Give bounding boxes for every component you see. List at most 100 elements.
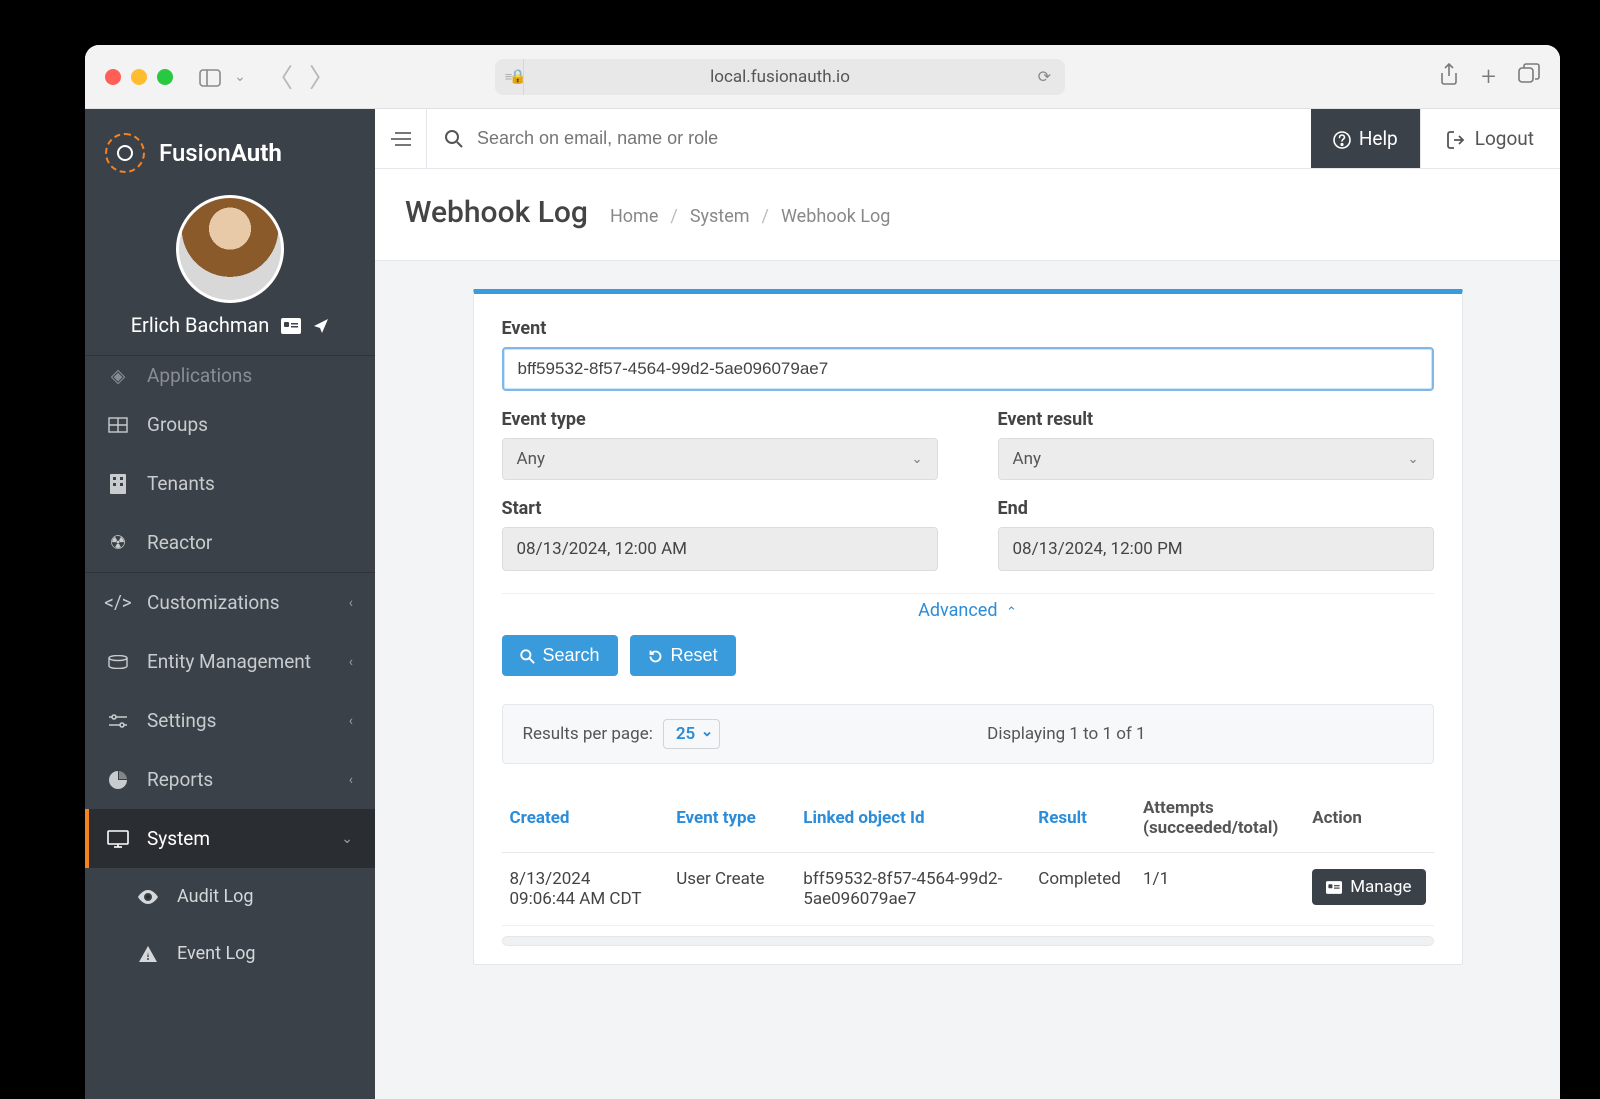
filter-card: Event Event type Any ⌄ Event result [473, 289, 1463, 965]
sidebar-item-label: Customizations [147, 591, 280, 614]
window-controls [105, 69, 173, 85]
brand-name: FusionAuth [159, 139, 282, 167]
search-input[interactable] [477, 128, 1293, 149]
manage-button[interactable]: Manage [1312, 869, 1425, 905]
per-page-select[interactable]: 25 [663, 719, 720, 749]
end-datetime-input[interactable]: 08/13/2024, 12:00 PM [998, 527, 1434, 571]
location-icon[interactable] [313, 315, 329, 336]
topbar: Help Logout [375, 109, 1560, 169]
cell-created: 8/13/2024 09:06:44 AM CDT [502, 853, 669, 926]
applications-icon: ◈ [107, 364, 129, 387]
end-label: End [998, 498, 1434, 519]
sidebar-item-entity-management[interactable]: Entity Management ‹ [85, 632, 375, 691]
share-icon[interactable] [1439, 62, 1459, 92]
sidebar: FusionAuth Erlich Bachman ◈ Applications [85, 109, 375, 1099]
forward-icon[interactable]: 〉 [309, 58, 335, 95]
chevron-down-icon: ⌄ [341, 831, 353, 847]
sidebar-toggle-icon[interactable] [197, 65, 223, 89]
reports-icon [107, 771, 129, 789]
id-card-icon[interactable] [281, 315, 301, 336]
search-icon [445, 129, 463, 149]
sidebar-item-label: Event Log [177, 943, 256, 964]
cell-event-type: User Create [668, 853, 795, 926]
start-datetime-input[interactable]: 08/13/2024, 12:00 AM [502, 527, 938, 571]
page-header: Webhook Log Home / System / Webhook Log [375, 169, 1560, 261]
sidebar-item-event-log[interactable]: Event Log [85, 925, 375, 982]
results-bar: Results per page: 25 Displaying 1 to 1 o… [502, 704, 1434, 764]
close-window-icon[interactable] [105, 69, 121, 85]
cell-result: Completed [1030, 853, 1135, 926]
sidebar-item-label: Reports [147, 768, 213, 791]
breadcrumb-item[interactable]: System [690, 206, 750, 227]
event-result-label: Event result [998, 409, 1434, 430]
event-type-select[interactable]: Any ⌄ [502, 438, 938, 480]
reset-icon [648, 645, 663, 666]
collapse-sidebar-icon[interactable] [375, 109, 427, 168]
chevron-left-icon: ‹ [349, 713, 353, 729]
sidebar-item-applications[interactable]: ◈ Applications [85, 356, 375, 395]
sidebar-item-system[interactable]: System ⌄ [85, 809, 375, 868]
advanced-toggle[interactable]: Advanced ⌃ [502, 593, 1434, 635]
horizontal-scrollbar[interactable] [502, 936, 1434, 946]
reset-button[interactable]: Reset [630, 635, 736, 676]
chevron-left-icon: ‹ [349, 595, 353, 611]
chevron-down-icon: ⌄ [1408, 452, 1419, 467]
breadcrumb-item[interactable]: Home [610, 206, 658, 227]
chevron-down-icon[interactable]: ⌄ [227, 69, 253, 85]
col-result[interactable]: Result [1030, 786, 1135, 853]
url-text: local.fusionauth.io [710, 67, 850, 87]
help-icon [1333, 127, 1351, 150]
event-type-label: Event type [502, 409, 938, 430]
tenants-icon [107, 474, 129, 494]
logout-icon [1447, 127, 1465, 150]
logout-button[interactable]: Logout [1420, 109, 1560, 168]
search-icon [520, 645, 535, 666]
sidebar-item-customizations[interactable]: </> Customizations ‹ [85, 572, 375, 632]
sidebar-item-audit-log[interactable]: Audit Log [85, 868, 375, 925]
chevron-down-icon: ⌄ [912, 452, 923, 467]
back-icon[interactable]: 〈 [267, 58, 293, 95]
start-label: Start [502, 498, 938, 519]
breadcrumb: Home / System / Webhook Log [610, 206, 890, 227]
chevron-left-icon: ‹ [349, 654, 353, 670]
maximize-window-icon[interactable] [157, 69, 173, 85]
search-button[interactable]: Search [502, 635, 618, 676]
address-bar[interactable]: ≡ 🔒 local.fusionauth.io ⟳ [495, 59, 1065, 95]
groups-icon [107, 417, 129, 433]
minimize-window-icon[interactable] [131, 69, 147, 85]
brand-logo[interactable]: FusionAuth [85, 109, 375, 187]
main-content: Help Logout Webhook Log Home / System / … [375, 109, 1560, 1099]
cell-attempts: 1/1 [1135, 853, 1304, 926]
settings-icon [107, 714, 129, 728]
lock-icon: 🔒 [509, 69, 526, 85]
col-event-type[interactable]: Event type [668, 786, 795, 853]
id-card-icon [1326, 877, 1342, 897]
sidebar-item-label: Entity Management [147, 650, 311, 673]
sidebar-item-reports[interactable]: Reports ‹ [85, 750, 375, 809]
event-result-select[interactable]: Any ⌄ [998, 438, 1434, 480]
sidebar-item-reactor[interactable]: ☢ Reactor [85, 513, 375, 572]
sidebar-item-label: Tenants [147, 472, 215, 495]
sidebar-item-label: Applications [147, 364, 252, 387]
reactor-icon: ☢ [107, 531, 129, 554]
chevron-up-icon: ⌃ [1006, 605, 1017, 620]
user-name: Erlich Bachman [131, 313, 270, 337]
breadcrumb-item[interactable]: Webhook Log [781, 206, 890, 227]
event-input[interactable] [502, 347, 1434, 391]
avatar[interactable] [176, 195, 284, 303]
new-tab-icon[interactable]: + [1481, 62, 1496, 92]
refresh-icon[interactable]: ⟳ [1038, 67, 1051, 86]
col-action: Action [1304, 786, 1433, 853]
browser-chrome: ⌄ 〈 〉 ≡ 🔒 local.fusionauth.io ⟳ + [85, 45, 1560, 109]
sidebar-item-tenants[interactable]: Tenants [85, 454, 375, 513]
help-button[interactable]: Help [1311, 109, 1420, 168]
tabs-icon[interactable] [1518, 62, 1540, 92]
results-per-page-label: Results per page: [523, 724, 653, 744]
col-created[interactable]: Created [502, 786, 669, 853]
sidebar-item-label: Settings [147, 709, 216, 732]
system-icon [107, 830, 129, 848]
table-row: 8/13/2024 09:06:44 AM CDT User Create bf… [502, 853, 1434, 926]
sidebar-item-settings[interactable]: Settings ‹ [85, 691, 375, 750]
col-linked[interactable]: Linked object Id [795, 786, 1030, 853]
sidebar-item-groups[interactable]: Groups [85, 395, 375, 454]
